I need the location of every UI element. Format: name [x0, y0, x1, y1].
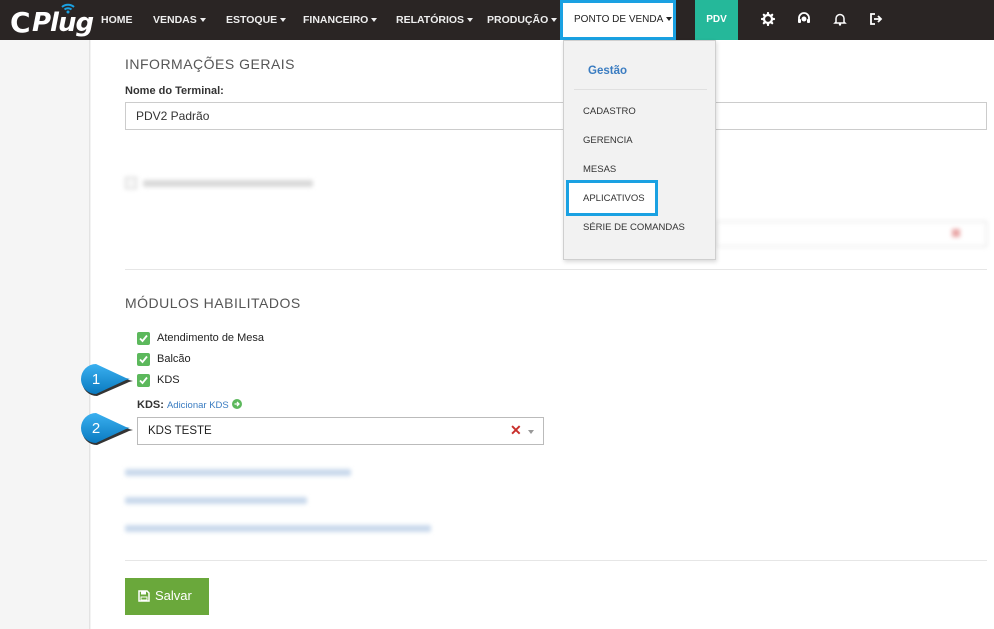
check-icon: [139, 376, 148, 385]
blurred-clear-icon: [952, 229, 960, 237]
terminal-name-label: Nome do Terminal:: [125, 85, 224, 97]
dropdown-header: Gestão: [588, 65, 627, 77]
logout-icon[interactable]: [869, 12, 883, 26]
chevron-down-icon[interactable]: [528, 430, 534, 434]
checkbox-checked[interactable]: [137, 353, 150, 366]
clear-icon[interactable]: ✕: [510, 422, 522, 439]
nav-producao[interactable]: PRODUÇÃO: [487, 0, 558, 40]
callout-number: 1: [92, 371, 100, 388]
blurred-config-link-2: [125, 497, 307, 504]
kds-selected-value: KDS TESTE: [148, 425, 212, 437]
blurred-option-text: [143, 180, 313, 187]
terminal-name-input[interactable]: PDV2 Padrão: [125, 102, 987, 130]
gear-icon[interactable]: [761, 12, 775, 26]
blurred-config-link-3: [125, 525, 431, 532]
nav-home-label: HOME: [101, 14, 133, 26]
caret-down-icon: [467, 18, 474, 23]
blurred-checkbox: [125, 177, 137, 189]
menu-item-serie-de-comandas[interactable]: SÉRIE DE COMANDAS: [583, 222, 685, 233]
nav-producao-label: PRODUÇÃO: [487, 14, 549, 26]
top-navbar: C Plug HOME VENDAS ESTOQUE FINANCEIRO RE…: [0, 0, 994, 40]
menu-item-gerencia[interactable]: GERENCIA: [583, 135, 633, 146]
caret-down-icon: [666, 17, 673, 22]
arrow-right-circle-icon[interactable]: [231, 399, 242, 409]
section-divider: [125, 269, 987, 270]
nav-vendas-label: VENDAS: [153, 14, 197, 26]
kds-select[interactable]: KDS TESTE ✕: [137, 417, 544, 445]
save-label: Salvar: [155, 588, 192, 603]
add-kds-link[interactable]: Adicionar KDS: [167, 400, 229, 411]
nav-vendas[interactable]: VENDAS: [153, 0, 206, 40]
nav-relatorios[interactable]: RELATÓRIOS: [396, 0, 474, 40]
cplug-logo[interactable]: C Plug: [8, 3, 94, 39]
nav-estoque[interactable]: ESTOQUE: [226, 0, 287, 40]
module-label: KDS: [157, 374, 180, 386]
caret-down-icon: [371, 18, 378, 23]
menu-item-mesas[interactable]: MESAS: [583, 164, 616, 175]
dropdown-separator: [574, 89, 707, 90]
callout-1: 1: [81, 364, 133, 396]
modules-section-title: MÓDULOS HABILITADOS: [125, 295, 301, 311]
bell-icon[interactable]: [833, 12, 847, 26]
blurred-config-link-1: [125, 469, 351, 476]
nav-home[interactable]: HOME: [101, 0, 133, 40]
menu-item-cadastro[interactable]: CADASTRO: [583, 106, 636, 117]
check-icon: [139, 355, 148, 364]
nav-financeiro-label: FINANCEIRO: [303, 14, 369, 26]
caret-down-icon: [280, 18, 287, 23]
callout-number: 2: [92, 420, 100, 437]
nav-estoque-label: ESTOQUE: [226, 14, 278, 26]
floppy-disk-icon: [138, 590, 150, 602]
logo-c: C: [10, 6, 31, 39]
blurred-select: [716, 221, 987, 247]
pdv-button[interactable]: PDV: [695, 0, 738, 40]
kds-row: KDS: Adicionar KDS: [137, 399, 242, 411]
support-icon[interactable]: [797, 12, 811, 26]
kds-label: KDS:: [137, 399, 164, 411]
nav-ponto-de-venda[interactable]: PONTO DE VENDA: [560, 0, 676, 40]
left-sidebar-strip: [0, 40, 90, 629]
save-button[interactable]: Salvar: [125, 578, 209, 615]
checkbox-checked[interactable]: [137, 374, 150, 387]
module-label: Balcão: [157, 353, 191, 365]
nav-financeiro[interactable]: FINANCEIRO: [303, 0, 378, 40]
wifi-icon: [61, 3, 75, 14]
menu-item-aplicativos[interactable]: APLICATIVOS: [583, 193, 645, 204]
caret-down-icon: [199, 18, 206, 23]
module-label: Atendimento de Mesa: [157, 332, 265, 344]
checkbox-checked[interactable]: [137, 332, 150, 345]
nav-ponto-de-venda-label: PONTO DE VENDA: [574, 14, 664, 25]
callout-2: 2: [81, 413, 133, 445]
general-section-title: INFORMAÇÕES GERAIS: [125, 56, 296, 72]
check-icon: [139, 334, 148, 343]
caret-down-icon: [551, 18, 558, 23]
nav-relatorios-label: RELATÓRIOS: [396, 14, 465, 26]
footer-divider: [125, 560, 987, 561]
